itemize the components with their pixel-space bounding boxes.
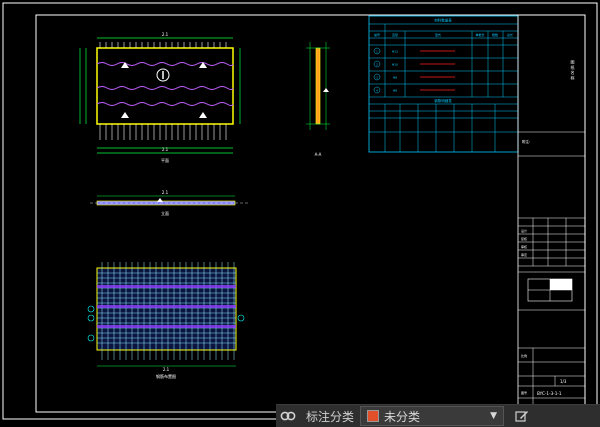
table-row-3-id: 3 [376, 76, 378, 80]
top-plan-view: 2.1 2.1 平面 [79, 32, 241, 163]
annotate-category-label: 标注分类 [306, 409, 355, 424]
material-table: 材料数量表 编号 直径 型式 单根长 根数 总长 1 Φ12 2 Φ10 3 Φ… [368, 15, 519, 153]
title-block-drawing-no-label: 图号 [521, 390, 527, 395]
annotation-toolbar: 标注分类 未分类 ▼ [276, 404, 600, 427]
drawing-inner-frame [35, 14, 586, 413]
title-block-side-text: 图 纸 名 称 [571, 59, 576, 81]
elevation-dim-top: 2.1 [162, 190, 169, 195]
elevation-caption: 立面 [161, 210, 169, 216]
table-header-total: 总长 [507, 32, 513, 37]
cad-drawing-canvas[interactable]: 2.1 2.1 平面 A-A 2.1 立面 2.1 钢筋布置图 材料数量表 编号… [0, 0, 600, 423]
title-block-row-check: 复核 [521, 236, 527, 241]
top-plan-dim-bottom: 2.1 [162, 147, 169, 152]
table-header-shape: 型式 [435, 32, 441, 37]
side-section-view: A-A [306, 42, 330, 157]
table-header-id: 编号 [374, 32, 380, 37]
table-row-2-dia: Φ10 [392, 63, 398, 67]
top-plan-dim-top: 2.1 [162, 32, 169, 37]
title-block-row-approve: 审定 [521, 252, 527, 257]
title-block-row-review: 审核 [521, 244, 527, 249]
table-row-2-id: 2 [376, 63, 378, 67]
rebar-plan-caption: 钢筋布置图 [156, 373, 176, 379]
side-section-caption: A-A [315, 152, 322, 157]
table-row-1-dia: Φ12 [392, 50, 398, 54]
table-row-3-dia: Φ8 [393, 76, 397, 80]
category-dropdown-value: 未分类 [384, 409, 421, 424]
table-title: 材料数量表 [434, 18, 452, 23]
drawing-border [2, 2, 598, 420]
title-block-page: 1/3 [560, 379, 567, 384]
title-block: 图 纸 名 称 附注: 设计 复核 审核 审定 比例 1/3 图号 BYC-1-… [517, 15, 585, 412]
category-dropdown[interactable]: 未分类 ▼ [360, 406, 505, 426]
title-block-drawing-no: BYC-1-3-1-1 [537, 391, 562, 396]
table-header-length: 单根长 [475, 32, 484, 37]
rebar-plan-view: 2.1 钢筋布置图 [87, 262, 245, 379]
table-header-dia: 直径 [392, 32, 398, 37]
elevation-view: 2.1 立面 [90, 190, 250, 216]
chevron-down-icon: ▼ [490, 411, 498, 421]
rebar-plan-dim-bottom: 2.1 [163, 367, 170, 372]
table-header-count: 根数 [492, 32, 498, 37]
table-row-1-id: 1 [376, 50, 378, 54]
category-color-swatch [367, 410, 380, 422]
title-block-scale-label: 比例 [521, 353, 527, 358]
table-row-4-id: 4 [376, 89, 378, 93]
notes-label: 附注: [522, 139, 530, 144]
title-block-row-design: 设计 [521, 228, 527, 233]
top-plan-caption: 平面 [161, 158, 169, 163]
table-subtitle: 钢筋明细表 [434, 98, 452, 103]
table-row-4-dia: Φ8 [393, 89, 397, 93]
